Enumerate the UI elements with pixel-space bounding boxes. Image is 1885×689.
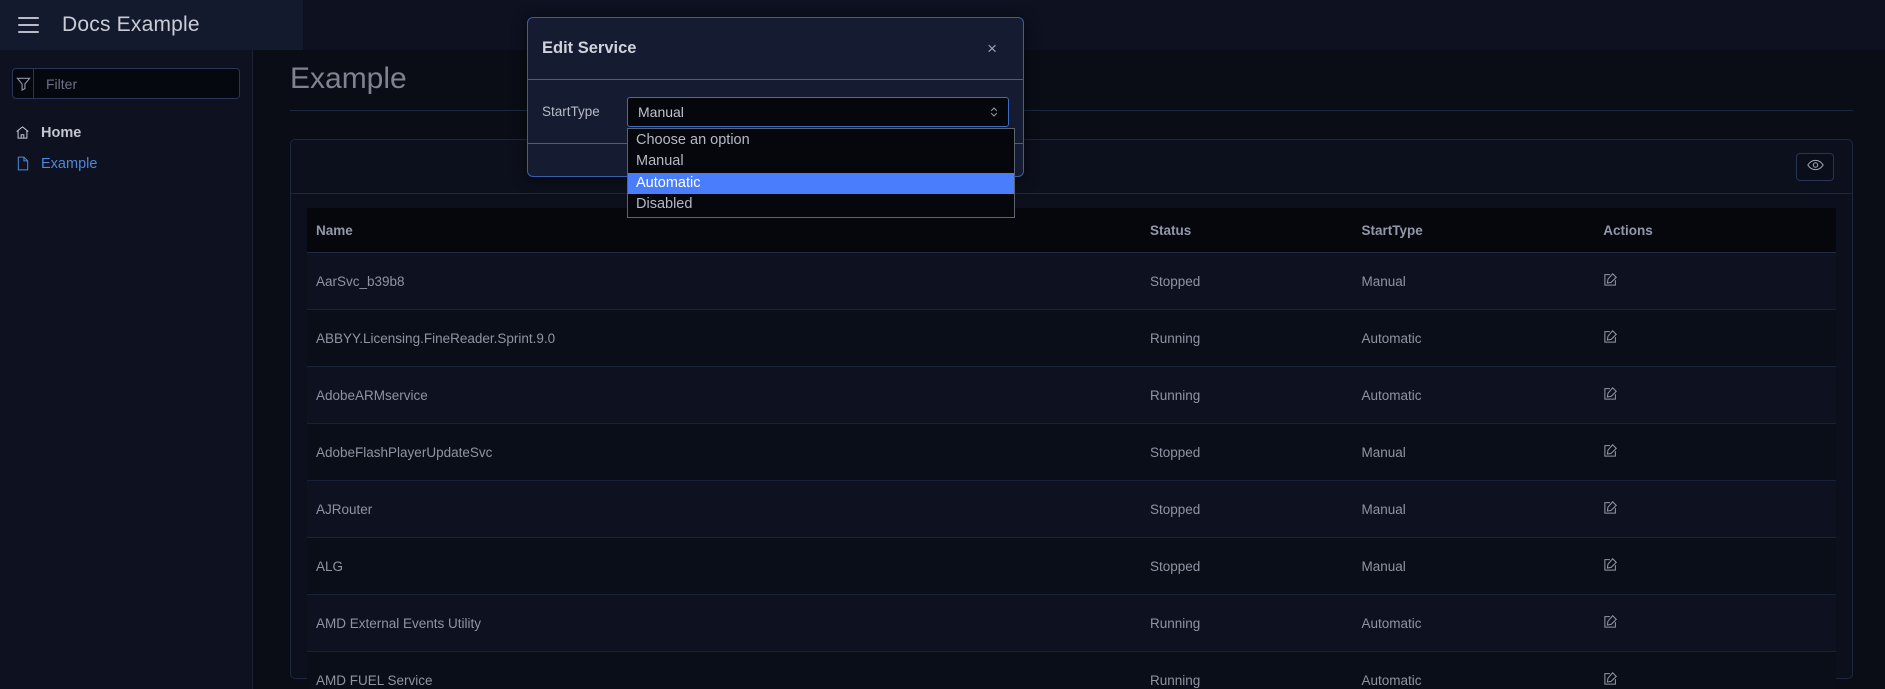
edit-icon[interactable] bbox=[1603, 614, 1618, 632]
cell-status: Running bbox=[1141, 594, 1353, 652]
cell-name: AarSvc_b39b8 bbox=[307, 252, 1141, 310]
option-1[interactable]: Manual bbox=[628, 151, 1014, 173]
table-header-row: Name Status StartType Actions bbox=[307, 208, 1836, 253]
cell-status: Stopped bbox=[1141, 537, 1353, 595]
edit-icon[interactable] bbox=[1603, 557, 1618, 575]
services-table-wrapper: Name Status StartType Actions AarSvc_b39… bbox=[291, 194, 1852, 689]
table-body: AarSvc_b39b8 Stopped Manual ABBYY.Licensing… bbox=[307, 252, 1836, 689]
edit-icon[interactable] bbox=[1603, 329, 1618, 347]
eye-icon bbox=[1806, 158, 1824, 176]
hamburger-menu-icon[interactable] bbox=[10, 7, 46, 43]
option-3[interactable]: Disabled bbox=[628, 194, 1014, 216]
table-row[interactable]: AMD External Events Utility Running Automa… bbox=[307, 594, 1836, 652]
edit-icon[interactable] bbox=[1603, 443, 1618, 461]
cell-actions bbox=[1594, 252, 1836, 310]
cell-status: Running bbox=[1141, 651, 1353, 689]
cell-name: AJRouter bbox=[307, 480, 1141, 538]
cell-starttype: Automatic bbox=[1352, 309, 1595, 367]
cell-name: ALG bbox=[307, 537, 1141, 595]
spinner-arrows-icon bbox=[990, 106, 998, 118]
services-table: Name Status StartType Actions AarSvc_b39… bbox=[307, 208, 1836, 689]
sidebar: Home Example bbox=[0, 50, 253, 689]
cell-actions bbox=[1594, 594, 1836, 652]
table-row[interactable]: AdobeFlashPlayerUpdateSvc Stopped Manual bbox=[307, 423, 1836, 481]
table-row[interactable]: AdobeARMservice Running Automatic bbox=[307, 366, 1836, 424]
table-row[interactable]: ALG Stopped Manual bbox=[307, 537, 1836, 595]
cell-actions bbox=[1594, 651, 1836, 689]
cell-actions bbox=[1594, 423, 1836, 481]
table-row[interactable]: ABBYY.Licensing.FineReader.Sprint.9.0 Run… bbox=[307, 309, 1836, 367]
table-head: Name Status StartType Actions bbox=[307, 208, 1836, 253]
cell-starttype: Manual bbox=[1352, 480, 1595, 538]
edit-icon[interactable] bbox=[1603, 500, 1618, 518]
cell-actions bbox=[1594, 366, 1836, 424]
column-header-actions: Actions bbox=[1594, 208, 1836, 253]
cell-name: AdobeFlashPlayerUpdateSvc bbox=[307, 423, 1141, 481]
table-row[interactable]: AJRouter Stopped Manual bbox=[307, 480, 1836, 538]
cell-name: ABBYY.Licensing.FineReader.Sprint.9.0 bbox=[307, 309, 1141, 367]
cell-actions bbox=[1594, 537, 1836, 595]
form-row-starttype: StartType Manual Choose an option Manual A… bbox=[528, 80, 1023, 218]
top-bar-brand-area: Docs Example bbox=[0, 0, 303, 50]
cell-starttype: Manual bbox=[1352, 537, 1595, 595]
sidebar-item-example[interactable]: Example bbox=[0, 148, 252, 179]
main-content: Example Name Status StartType Actions Aa… bbox=[254, 50, 1885, 689]
modal-body: StartType Manual Choose an option Manual A… bbox=[528, 80, 1023, 218]
cell-starttype: Automatic bbox=[1352, 651, 1595, 689]
cell-status: Stopped bbox=[1141, 480, 1353, 538]
panel-toolbar bbox=[291, 140, 1852, 194]
page-title: Example bbox=[290, 62, 407, 95]
starttype-options-list[interactable]: Choose an option Manual Automatic Disabled bbox=[627, 127, 1015, 218]
close-icon[interactable]: × bbox=[981, 36, 1003, 61]
sidebar-item-label: Home bbox=[41, 124, 82, 141]
edit-icon[interactable] bbox=[1603, 386, 1618, 404]
app-title: Docs Example bbox=[62, 13, 200, 36]
sidebar-filter[interactable] bbox=[12, 68, 240, 99]
cell-starttype: Manual bbox=[1352, 252, 1595, 310]
sidebar-nav: Home Example bbox=[0, 117, 252, 179]
starttype-select-host: Manual Choose an option Manual Automatic Di… bbox=[627, 96, 1015, 218]
filter-input[interactable] bbox=[34, 69, 239, 98]
starttype-select[interactable]: Manual bbox=[627, 96, 1009, 127]
cell-status: Stopped bbox=[1141, 423, 1353, 481]
modal-title: Edit Service bbox=[542, 39, 637, 57]
file-icon bbox=[14, 155, 31, 172]
option-0[interactable]: Choose an option bbox=[628, 130, 1014, 152]
table-row[interactable]: AMD FUEL Service Running Automatic bbox=[307, 651, 1836, 689]
home-icon bbox=[14, 124, 31, 141]
cell-name: AMD FUEL Service bbox=[307, 651, 1141, 689]
cell-starttype: Manual bbox=[1352, 423, 1595, 481]
content-panel: Name Status StartType Actions AarSvc_b39… bbox=[290, 139, 1853, 689]
field-label-starttype: StartType bbox=[542, 104, 600, 119]
column-header-starttype[interactable]: StartType bbox=[1352, 208, 1595, 253]
table-row[interactable]: AarSvc_b39b8 Stopped Manual bbox=[307, 252, 1836, 310]
cell-actions bbox=[1594, 309, 1836, 367]
column-header-status[interactable]: Status bbox=[1141, 208, 1353, 253]
filter-icon bbox=[13, 69, 34, 98]
title-divider bbox=[290, 110, 1853, 111]
cell-name: AdobeARMservice bbox=[307, 366, 1141, 424]
sidebar-item-home[interactable]: Home bbox=[0, 117, 252, 148]
cell-actions bbox=[1594, 480, 1836, 538]
cell-starttype: Automatic bbox=[1352, 366, 1595, 424]
edit-icon[interactable] bbox=[1603, 272, 1618, 290]
cell-status: Running bbox=[1141, 309, 1353, 367]
modal-header: Edit Service × bbox=[528, 18, 1023, 80]
edit-service-modal: Edit Service × StartType Manual Choose a… bbox=[527, 17, 1024, 218]
sidebar-item-label: Example bbox=[41, 155, 98, 172]
cell-status: Stopped bbox=[1141, 252, 1353, 310]
cell-name: AMD External Events Utility bbox=[307, 594, 1141, 652]
cell-starttype: Automatic bbox=[1352, 594, 1595, 652]
toggle-visibility-button[interactable] bbox=[1796, 152, 1834, 181]
cell-status: Running bbox=[1141, 366, 1353, 424]
edit-icon[interactable] bbox=[1603, 671, 1618, 689]
option-2[interactable]: Automatic bbox=[628, 172, 1014, 195]
starttype-select-value: Manual bbox=[638, 103, 684, 120]
